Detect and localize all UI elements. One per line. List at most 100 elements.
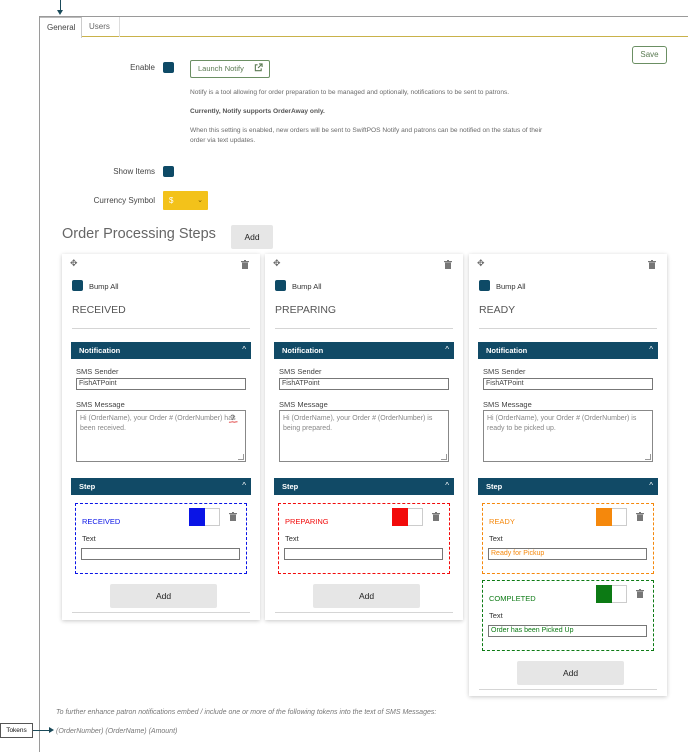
add-step-item-button[interactable]: Add [313, 584, 420, 608]
divider [275, 328, 453, 329]
bump-all-label: Bump All [292, 282, 322, 291]
chevron-up-icon: ^ [242, 345, 246, 354]
step-item-preparing: PREPARING Text [278, 503, 450, 574]
card-title: READY [479, 304, 516, 316]
tab-general[interactable]: General [40, 17, 82, 38]
card-title: PREPARING [275, 304, 337, 316]
move-icon[interactable]: ✥ [273, 258, 281, 269]
external-link-icon [254, 63, 263, 72]
color-toggle[interactable] [408, 508, 423, 526]
step-text-label: Text [285, 534, 299, 543]
step-color-swatch[interactable] [596, 508, 612, 526]
trash-icon[interactable] [229, 512, 237, 521]
tab-users[interactable]: Users [82, 17, 120, 37]
chevron-up-icon: ^ [445, 481, 449, 490]
notify-enabled-description-1: When this setting is enabled, new orders… [190, 127, 543, 134]
currency-symbol-label: Currency Symbol [93, 196, 155, 205]
sms-message-text: Hi (OrderName), your Order # (OrderNumbe… [487, 415, 637, 432]
sms-message-textarea[interactable]: Hi (OrderName), your Order # (OrderNumbe… [483, 410, 653, 462]
trash-icon[interactable] [648, 260, 656, 269]
step-name: READY [489, 517, 515, 526]
step-item-ready: READY Text Ready for Pickup [482, 503, 654, 574]
divider [275, 612, 453, 613]
step-label: Step [79, 482, 96, 491]
step-header[interactable]: Step ^ [274, 478, 454, 495]
sms-message-label: SMS Message [483, 400, 532, 409]
step-color-swatch[interactable] [189, 508, 205, 526]
notify-enabled-description-2: order via text updates. [190, 137, 256, 144]
step-text-input[interactable] [81, 548, 240, 560]
launch-notify-label: Launch Notify [198, 64, 244, 73]
chevron-down-icon: ⌄ [197, 197, 203, 204]
sms-message-text: Hi (OrderName), your Order # (OrderNumbe… [283, 415, 433, 432]
add-step-button[interactable]: Add [231, 225, 273, 249]
sms-message-textarea[interactable]: Hi (OrderName), your Order # (OrderNumbe… [76, 410, 246, 462]
show-items-label: Show Items [113, 167, 155, 176]
trash-icon[interactable] [636, 589, 644, 598]
step-color-swatch[interactable] [596, 585, 612, 603]
spellcheck-icon [228, 414, 238, 423]
divider [72, 612, 250, 613]
launch-notify-button[interactable]: Launch Notify [190, 60, 270, 78]
step-name: RECEIVED [82, 517, 121, 526]
sms-message-textarea[interactable]: Hi (OrderName), your Order # (OrderNumbe… [279, 410, 449, 462]
notification-label: Notification [486, 346, 528, 355]
bump-all-label: Bump All [89, 282, 119, 291]
order-steps-title: Order Processing Steps [62, 226, 216, 242]
sms-sender-label: SMS Sender [483, 367, 526, 376]
step-card-preparing: ✥ Bump All PREPARING Notification ^ SMS S… [265, 254, 463, 620]
move-icon[interactable]: ✥ [477, 258, 485, 269]
chevron-up-icon: ^ [445, 345, 449, 354]
card-title: RECEIVED [72, 304, 126, 316]
currency-select[interactable]: $ ⌄ [163, 191, 208, 210]
trash-icon[interactable] [432, 512, 440, 521]
notification-header[interactable]: Notification ^ [71, 342, 251, 359]
tokens-arrow [33, 727, 54, 733]
step-text-label: Text [82, 534, 96, 543]
enable-label: Enable [130, 63, 155, 72]
bump-all-label: Bump All [496, 282, 526, 291]
color-toggle[interactable] [612, 585, 627, 603]
add-step-item-button[interactable]: Add [517, 661, 624, 685]
sms-sender-input[interactable]: FishATPoint [483, 378, 653, 390]
step-card-ready: ✥ Bump All READY Notification ^ SMS Sende… [469, 254, 667, 696]
notify-support-note: Currently, Notify supports OrderAway onl… [190, 108, 325, 115]
enable-checkbox[interactable] [163, 62, 174, 73]
resize-handle[interactable] [645, 454, 651, 460]
bump-all-checkbox[interactable] [275, 280, 286, 291]
sms-message-label: SMS Message [279, 400, 328, 409]
tokens-callout: Tokens [0, 723, 33, 738]
add-step-item-button[interactable]: Add [110, 584, 217, 608]
sms-message-label: SMS Message [76, 400, 125, 409]
bump-all-checkbox[interactable] [479, 280, 490, 291]
step-name: PREPARING [285, 517, 329, 526]
chevron-up-icon: ^ [649, 481, 653, 490]
trash-icon[interactable] [444, 260, 452, 269]
step-color-swatch[interactable] [392, 508, 408, 526]
notification-header[interactable]: Notification ^ [478, 342, 658, 359]
trash-icon[interactable] [636, 512, 644, 521]
show-items-checkbox[interactable] [163, 166, 174, 177]
color-toggle[interactable] [612, 508, 627, 526]
sms-sender-input[interactable]: FishATPoint [76, 378, 246, 390]
step-text-input[interactable]: Ready for Pickup [488, 548, 647, 560]
move-icon[interactable]: ✥ [70, 258, 78, 269]
divider [479, 328, 657, 329]
step-text-input[interactable] [284, 548, 443, 560]
pointer-arrow [57, 0, 63, 15]
resize-handle[interactable] [441, 454, 447, 460]
notification-header[interactable]: Notification ^ [274, 342, 454, 359]
bump-all-checkbox[interactable] [72, 280, 83, 291]
save-button[interactable]: Save [632, 46, 667, 64]
sms-sender-input[interactable]: FishATPoint [279, 378, 449, 390]
step-text-input[interactable]: Order has been Picked Up [488, 625, 647, 637]
color-toggle[interactable] [205, 508, 220, 526]
step-header[interactable]: Step ^ [478, 478, 658, 495]
resize-handle[interactable] [238, 454, 244, 460]
divider [479, 689, 657, 690]
trash-icon[interactable] [241, 260, 249, 269]
step-text-label: Text [489, 534, 503, 543]
sms-sender-label: SMS Sender [76, 367, 119, 376]
chevron-up-icon: ^ [242, 481, 246, 490]
step-header[interactable]: Step ^ [71, 478, 251, 495]
